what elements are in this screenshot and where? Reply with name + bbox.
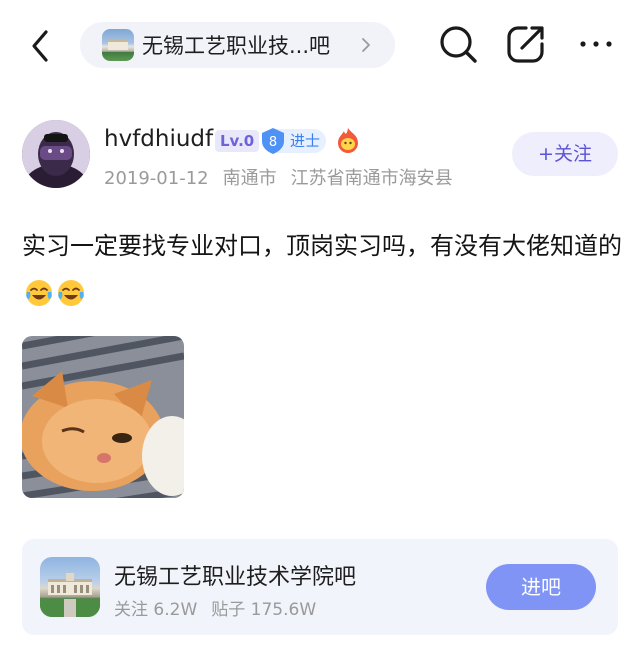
tears-of-joy-emoji-icon [26, 280, 52, 306]
forum-card-name: 无锡工艺职业技术学院吧 [114, 565, 357, 590]
share-button[interactable] [504, 22, 548, 66]
post-location: 江苏省南通市海安县 [290, 168, 453, 189]
tears-of-joy-emoji-icon [58, 280, 84, 306]
share-icon [507, 26, 544, 63]
followers-count: 关注 6.2W [114, 600, 198, 620]
forum-card-stats: 关注 6.2W 贴子 175.6W [114, 595, 316, 620]
search-icon [440, 26, 477, 63]
post-city: 南通市 [222, 168, 277, 189]
chevron-left-icon [32, 30, 48, 62]
forum-title: 无锡工艺职业技...吧 [142, 34, 331, 58]
forum-card[interactable]: 无锡工艺职业技术学院吧 关注 6.2W 贴子 175.6W 进吧 [22, 539, 618, 635]
search-button[interactable] [436, 22, 480, 66]
post-meta: 2019-01-12 南通市 江苏省南通市海安县 [104, 164, 453, 190]
enter-forum-button[interactable]: 进吧 [486, 564, 596, 610]
more-icon [580, 41, 612, 47]
rank-title: 进士 [290, 132, 321, 150]
post-text: 实习一定要找专业对口，顶岗实习吗，有没有大佬知道的 [22, 232, 622, 260]
more-button[interactable] [574, 22, 618, 66]
forum-thumbnail [102, 29, 134, 61]
level-badge: Lv.0 [215, 130, 260, 152]
rank-badge: 8 进士 [262, 128, 326, 154]
avatar-image [22, 120, 90, 188]
chevron-right-icon [362, 38, 370, 52]
rank-number: 8 [269, 135, 277, 150]
post-image[interactable] [22, 336, 184, 498]
top-navigation-bar: 无锡工艺职业技...吧 [0, 0, 640, 90]
avatar[interactable] [22, 120, 90, 188]
post-date: 2019-01-12 [104, 168, 209, 189]
post-content: 实习一定要找专业对口，顶岗实习吗，有没有大佬知道的 [22, 222, 622, 318]
back-button[interactable] [22, 24, 62, 68]
forum-title-pill[interactable]: 无锡工艺职业技...吧 [80, 22, 395, 68]
username[interactable]: hvfdhiudf [104, 126, 213, 152]
flame-badge-icon [338, 128, 358, 153]
cat-photo [22, 336, 184, 498]
campus-photo [40, 573, 100, 617]
forum-card-thumbnail [40, 557, 100, 617]
rank-shield-icon: 8 [262, 128, 284, 154]
follow-button[interactable]: +关注 [512, 132, 618, 176]
post-author-header: hvfdhiudf Lv.0 8 进士 2019-01-12 南通市 江苏省南通市海… [0, 118, 640, 192]
posts-count: 贴子 175.6W [211, 600, 317, 620]
